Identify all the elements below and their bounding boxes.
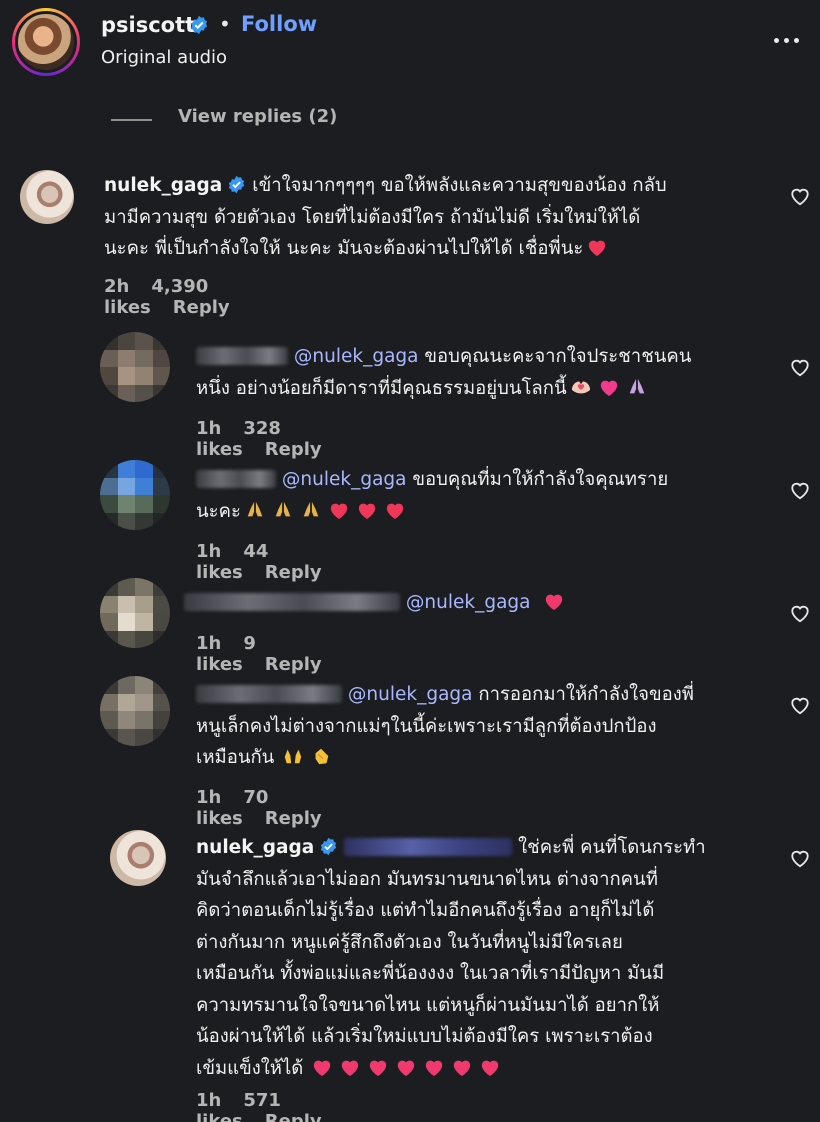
mention-link[interactable]: @nulek_gaga — [406, 592, 531, 613]
blurred-mention — [344, 838, 513, 856]
view-replies-button[interactable]: View replies (2) — [178, 106, 337, 127]
praying-hands-emoji-icon — [275, 501, 291, 516]
comment-body: @nulek_gaga ขอบคุณที่มาให้กำลังใจคุณทราย… — [196, 464, 766, 527]
heart-emoji-icon — [600, 380, 617, 396]
heart-emoji-icon — [482, 1060, 499, 1076]
comment-line: มันจำลึกแล้วเอาไม่ออก มันทรมานขนาดไหน ต่… — [196, 868, 658, 890]
commenter-avatar[interactable] — [100, 332, 170, 402]
comment-body: nulek_gaga ใช่คะพี่ คนที่โดนกระทำ มันจำล… — [196, 832, 776, 1084]
clapping-hands-emoji-icon — [315, 748, 329, 765]
heart-emoji-icon — [426, 1060, 443, 1076]
comment-line: เข้าใจมากๆๆๆๆ ขอให้พลังและความสุขของน้อง… — [252, 175, 667, 196]
more-options-icon[interactable] — [772, 30, 802, 50]
comment-line: ต่างกันมาก หนูแค่รู้สึกถึงตัวเอง ในวันที… — [196, 931, 623, 953]
comment-line: หนึ่ง อย่างน้อยก็มีดาราที่มีคุณธรรมอยู่บ… — [196, 377, 567, 399]
heart-hands-emoji-icon — [571, 381, 590, 393]
heart-emoji-icon — [386, 503, 404, 519]
comment-meta: 2h 4,390 likes Reply — [104, 276, 252, 318]
commenter-avatar[interactable] — [100, 578, 170, 648]
comment-line: นะคะ พี่เป็นกำลังใจให้ นะคะ มันจะต้องผ่า… — [104, 238, 584, 259]
heart-emoji-icon — [358, 503, 376, 519]
blurred-username — [196, 347, 288, 365]
audio-label[interactable]: Original audio — [101, 47, 227, 68]
commenter-avatar[interactable] — [20, 170, 74, 224]
comment-time: 1h — [196, 787, 222, 808]
post-header: psiscott • Follow Original audio — [0, 0, 820, 80]
comment-line: มามีความสุข ด้วยตัวเอง โดยที่ไม่ต้องมีใค… — [104, 206, 641, 228]
reels-comments-screen: psiscott • Follow Original audio View re… — [0, 0, 820, 1122]
like-heart-icon[interactable] — [789, 695, 811, 715]
blurred-username — [196, 685, 342, 703]
verified-badge-icon — [190, 15, 208, 35]
comment-line: ใช่คะพี่ คนที่โดนกระทำ — [518, 837, 706, 858]
commenter-avatar[interactable] — [100, 460, 170, 530]
comment-body: @nulek_gaga ขอบคุณนะคะจากใจประชาชนคน หนึ… — [196, 341, 766, 404]
praying-hands-emoji-icon — [303, 501, 319, 516]
heart-emoji-icon — [398, 1060, 415, 1076]
comment-body: nulek_gaga เข้าใจมากๆๆๆๆ ขอให้พลังและความ… — [104, 170, 764, 265]
heart-emoji-icon — [545, 594, 562, 611]
mention-link[interactable]: @nulek_gaga — [282, 469, 407, 490]
comment-time: 1h — [196, 418, 222, 439]
verified-badge-icon — [229, 175, 245, 194]
like-heart-icon[interactable] — [789, 480, 811, 500]
comment-meta: 1h 70 likes Reply — [196, 787, 344, 829]
reply-button[interactable]: Reply — [265, 1111, 322, 1122]
heart-emoji-icon — [454, 1060, 471, 1076]
mention-link[interactable]: @nulek_gaga — [294, 346, 419, 367]
comment-line: เหมือนกัน — [196, 747, 275, 768]
blurred-username — [196, 470, 276, 488]
verified-badge-icon — [321, 837, 337, 856]
comment-body: @nulek_gaga การออกมาให้กำลังใจของพี่ หนู… — [196, 679, 766, 774]
comment-time: 2h — [104, 276, 130, 297]
heart-emoji-icon — [589, 240, 606, 257]
comment-body: @nulek_gaga — [184, 587, 754, 619]
heart-emoji-icon — [330, 503, 348, 519]
comment-line: ขอบคุณนะคะจากใจประชาชนคน — [424, 346, 692, 367]
author-avatar[interactable] — [12, 8, 80, 76]
reply-button[interactable]: Reply — [265, 808, 322, 829]
follow-button[interactable]: Follow — [241, 12, 317, 36]
like-heart-icon[interactable] — [789, 603, 811, 623]
author-username[interactable]: psiscott — [101, 13, 195, 37]
reply-button[interactable]: Reply — [265, 439, 322, 460]
comment-username[interactable]: nulek_gaga — [104, 175, 222, 196]
heart-emoji-icon — [342, 1060, 359, 1076]
comment-time: 1h — [196, 541, 222, 562]
praying-hands-emoji-icon — [629, 378, 644, 393]
comment-time: 1h — [196, 1090, 222, 1111]
heart-emoji-icon — [314, 1060, 331, 1076]
comment-username[interactable]: nulek_gaga — [196, 837, 314, 858]
comment-line: หนูเล็กคงไม่ต่างจากแม่ๆในนี้ค่ะเพราะเราม… — [196, 715, 657, 737]
comment-meta: 1h 9 likes Reply — [196, 633, 344, 675]
comment-line: คิดว่าตอนเด็กไม่รู้เรื่อง แต่ทำไมอีกคนถึ… — [196, 900, 655, 921]
mention-link[interactable]: @nulek_gaga — [348, 684, 473, 705]
blurred-username — [184, 593, 400, 611]
header-separator: • — [219, 12, 231, 36]
comment-meta: 1h 571 likes Reply — [196, 1090, 344, 1122]
comment-line: เข้มแข็งให้ได้ — [196, 1057, 304, 1079]
like-heart-icon[interactable] — [789, 357, 811, 377]
comment-line: น้องผ่านให้ได้ แล้วเริ่มใหม่แบบไม่ต้องมี… — [196, 1026, 653, 1047]
reply-button[interactable]: Reply — [265, 654, 322, 675]
comment-line: ขอบคุณที่มาให้กำลังใจคุณทราย — [412, 469, 669, 490]
praying-hands-emoji-icon — [247, 501, 263, 516]
comment-line: ความทรมานใจใจขนาดไหน แต่หนูก็ผ่านมันมาได… — [196, 994, 660, 1016]
comment-line: การออกมาให้กำลังใจของพี่ — [478, 684, 694, 705]
comment-line: นะคะ — [196, 500, 241, 522]
like-heart-icon[interactable] — [789, 186, 811, 206]
comment-line: เหมือนกัน ทั้งพ่อแม่และพี่น้องงงง ในเวลา… — [196, 963, 665, 984]
comment-meta: 1h 44 likes Reply — [196, 541, 344, 583]
view-replies-divider — [111, 119, 152, 121]
commenter-avatar[interactable] — [110, 830, 166, 886]
like-heart-icon[interactable] — [789, 848, 811, 868]
heart-emoji-icon — [370, 1060, 387, 1076]
reply-button[interactable]: Reply — [173, 297, 230, 318]
reply-button[interactable]: Reply — [265, 562, 322, 583]
comment-time: 1h — [196, 633, 222, 654]
commenter-avatar[interactable] — [100, 676, 170, 746]
raised-hands-emoji-icon — [285, 749, 302, 764]
comment-meta: 1h 328 likes Reply — [196, 418, 344, 460]
